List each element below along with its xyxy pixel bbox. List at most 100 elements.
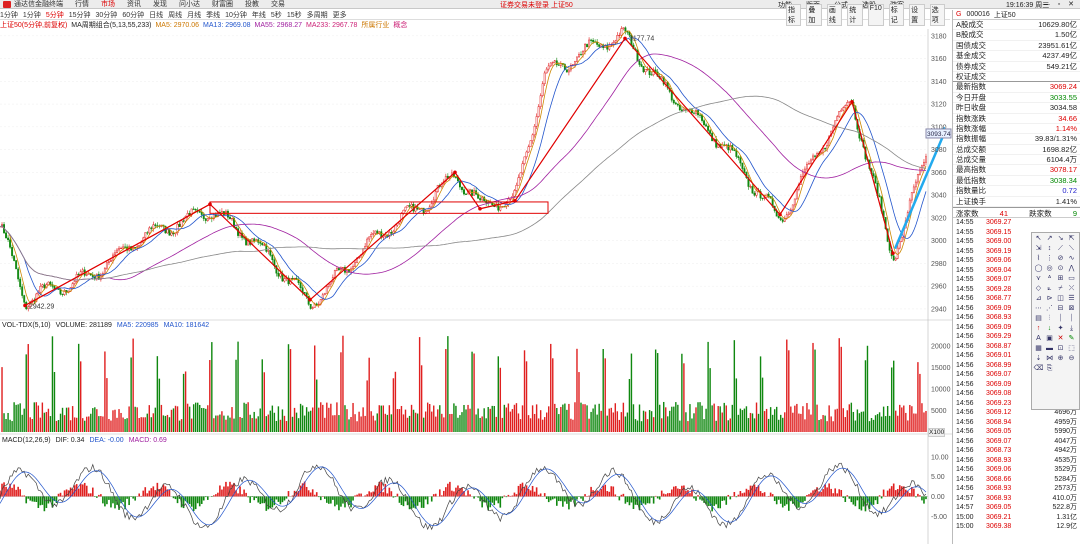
draw-tool-icon[interactable]: ▭ [1066,274,1077,284]
draw-tool-icon[interactable]: ⟀ [1044,284,1055,294]
kline-chart[interactable]: 3180316031403120310030803060304030203000… [0,0,952,544]
draw-tool-icon[interactable]: ↗ [1044,234,1055,244]
draw-tool-icon[interactable]: ⇱ [1066,234,1077,244]
draw-tool-icon[interactable]: ◯ [1033,264,1044,274]
volume-bar [683,363,685,432]
candle-body [537,106,540,117]
macd-bar [697,495,699,497]
volume-bar [86,416,88,432]
volume-bar [374,420,376,432]
draw-tool-icon[interactable]: ☰ [1066,294,1077,304]
draw-tool-icon[interactable]: ⏐ [1066,314,1077,324]
draw-tool-icon[interactable]: ⊖ [1066,354,1077,364]
draw-tool-icon[interactable]: ✦ [1055,324,1066,334]
candle-body [737,156,740,158]
draw-tool-icon[interactable]: ⊟ [1055,304,1066,314]
draw-tool-icon[interactable]: ⊿ [1033,294,1044,304]
draw-tool-icon[interactable]: ⇲ [1033,244,1044,254]
group-label[interactable]: G [956,11,961,18]
low-price-label: 2942.29 [29,303,54,310]
tick-volume: 410.0万 [1052,494,1077,502]
volume-bar [340,352,342,432]
quote-label: A股成交 [956,20,984,29]
draw-tool-icon[interactable]: ✎ [1066,334,1077,344]
draw-tool-icon[interactable]: ▣ [1044,334,1055,344]
macd-bar [560,496,562,502]
window-controls-icon[interactable]: — ▫ ✕ [1043,0,1077,8]
draw-tool-icon[interactable]: ↘ [1055,234,1066,244]
macd-bar [604,484,607,497]
draw-tool-icon[interactable]: ⋰ [1044,304,1055,314]
draw-tool-icon[interactable]: ⟍ [1066,244,1077,254]
tick-time: 14:56 [956,456,974,464]
macd-bar [33,496,36,502]
draw-tool-icon[interactable]: ◇ [1033,284,1044,294]
macd-bar [237,493,239,497]
draw-tool-icon[interactable]: ▤ [1033,314,1044,324]
draw-tool-icon[interactable]: ↓ [1044,324,1055,334]
draw-tool-icon[interactable]: ⤫ [1066,284,1077,294]
tick-price: 3069.21 [986,513,1012,521]
draw-tool-icon[interactable]: ⋈ [1044,354,1055,364]
volume-bar [824,415,826,432]
draw-tool-icon[interactable]: ↑ [1033,324,1044,334]
macd-bar [85,485,88,497]
draw-tool-icon[interactable]: ◫ [1055,294,1066,304]
macd-bar [630,496,633,503]
draw-tool-icon[interactable]: ⊘ [1055,254,1066,264]
draw-tool-icon[interactable]: ⏐ [1055,314,1066,324]
draw-tool-icon[interactable]: ⎘ [1044,364,1055,374]
volume-bar [398,409,401,432]
volume-bar [802,406,804,432]
volume-bar [431,411,433,432]
macd-label[interactable]: MACD(12,26,9) [2,437,51,444]
draw-tool-icon[interactable]: ↖ [1033,234,1044,244]
volume-bar [564,403,566,432]
candle-body [592,40,595,42]
draw-tool-icon[interactable]: ⟋ [1055,244,1066,254]
draw-tool-icon[interactable]: ⋮ [1044,254,1055,264]
candle-body [543,72,546,84]
draw-tool-icon[interactable]: ⊡ [1055,344,1066,354]
draw-tool-icon[interactable]: ⇣ [1033,354,1044,364]
volume-bar [562,404,564,432]
draw-tool-icon[interactable]: ⌫ [1033,364,1044,374]
tick-price: 3069.19 [986,247,1012,255]
macd-bar [733,491,736,497]
volume-bar [132,338,134,432]
draw-tool-icon[interactable]: ⤓ [1066,324,1077,334]
macd-bar [925,496,927,500]
draw-tool-icon[interactable]: ⊞ [1055,274,1066,284]
macd-bar [804,496,806,501]
macd-bar [112,496,114,504]
draw-tool-icon[interactable]: ⋀ [1066,264,1077,274]
volume-bar [634,419,637,432]
draw-tool-icon[interactable]: ⌿ [1055,284,1066,294]
volume-bar [104,351,106,432]
volume-bar [743,408,746,432]
candle-body [539,95,542,107]
draw-tool-icon[interactable]: ▦ [1033,344,1044,354]
draw-tool-icon[interactable]: A [1033,334,1044,344]
draw-tool-icon[interactable]: ⊠ [1066,304,1077,314]
draw-tool-icon[interactable]: ✕ [1055,334,1066,344]
draw-tool-icon[interactable]: ⌇ [1033,254,1044,264]
draw-tool-icon[interactable]: ⬚ [1066,344,1077,354]
draw-tool-icon[interactable]: ⋯ [1033,304,1044,314]
vol-label[interactable]: VOL-TDX(5,10) [2,322,51,329]
draw-tool-icon[interactable]: ⊙ [1055,264,1066,274]
draw-tool-icon[interactable]: ∿ [1066,254,1077,264]
volume-bar [380,405,382,432]
draw-tool-icon[interactable]: ⊕ [1055,354,1066,364]
macd-bar [23,495,26,497]
draw-tool-icon[interactable]: ⋎ [1033,274,1044,284]
draw-tool-icon[interactable]: ᐞ [1044,274,1055,284]
macd-bar [838,489,841,497]
macd-dif: DIF: 0.34 [55,437,85,444]
draw-tool-icon[interactable]: ▬ [1044,344,1055,354]
volume-bar [372,415,374,432]
draw-tool-icon[interactable]: ⫶ [1044,314,1055,324]
draw-tool-icon[interactable]: ◎ [1044,264,1055,274]
draw-tool-icon[interactable]: ↕ [1044,244,1055,254]
draw-tool-icon[interactable]: ⊳ [1044,294,1055,304]
